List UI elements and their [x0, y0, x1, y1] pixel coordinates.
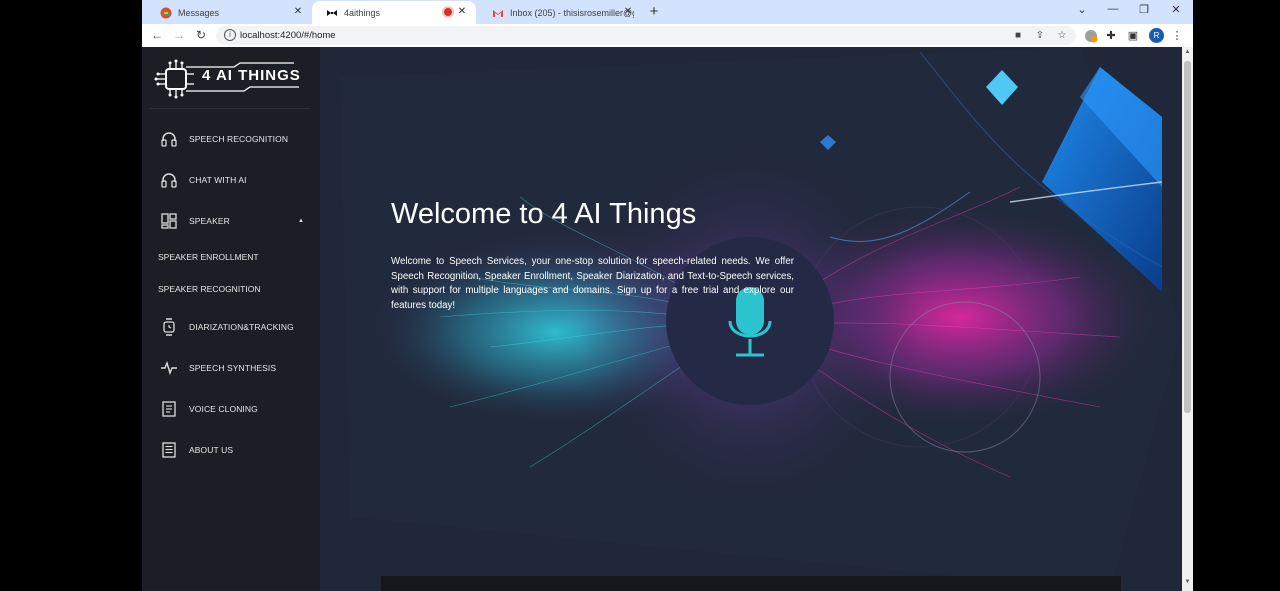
page-scrollbar[interactable]: ▲ ▼	[1182, 47, 1193, 591]
url-text[interactable]: localhost:4200/#/home	[240, 30, 336, 41]
sidebar-item-speech-recognition[interactable]: SPEECH RECOGNITION	[142, 125, 320, 153]
minimize-icon[interactable]: —	[1105, 3, 1121, 15]
sidebar-item-label: SPEAKER	[189, 216, 230, 226]
camera-icon[interactable]: ■	[1012, 30, 1024, 42]
tab-title: Messages	[178, 7, 220, 18]
recording-icon	[444, 8, 452, 16]
close-icon[interactable]: ✕	[292, 6, 304, 18]
site-info-icon[interactable]: i	[224, 29, 236, 41]
sidebar-item-chat-with-ai[interactable]: CHAT WITH AI	[142, 166, 320, 194]
gmail-icon	[492, 7, 504, 19]
browser-toolbar: ← → ↻ i localhost:4200/#/home ■ ⇪ ☆ ✚ ▣ …	[142, 24, 1193, 47]
sidebar: 4 AI THINGS SPEECH RECOGNITION CHAT WITH…	[142, 47, 320, 591]
bookmark-star-icon[interactable]: ☆	[1056, 30, 1068, 42]
messages-icon	[160, 7, 172, 19]
puzzle-icon[interactable]: ✚	[1104, 29, 1118, 43]
sidebar-subitem-speaker-enrollment[interactable]: SPEAKER ENROLLMENT	[158, 252, 259, 262]
headphones-icon	[160, 171, 178, 189]
forward-icon[interactable]: →	[172, 28, 186, 42]
window-close-icon[interactable]: ✕	[1168, 3, 1184, 16]
sidebar-item-speaker[interactable]: SPEAKER ▲	[142, 207, 320, 235]
divider	[150, 108, 310, 109]
tab-messages[interactable]: Messages ✕	[146, 1, 312, 24]
tab-strip: Messages ✕ 4aithings ✕ Inbox (205) - thi…	[142, 0, 1193, 24]
logo[interactable]: 4 AI THINGS	[154, 59, 304, 101]
tab-search-icon[interactable]: ⌄	[1074, 3, 1090, 16]
sidebar-item-label: CHAT WITH AI	[189, 175, 247, 185]
tab-gmail[interactable]: Inbox (205) - thisisrosemiller@g ✕	[478, 1, 642, 24]
menu-kebab-icon[interactable]: ⋮	[1170, 29, 1184, 43]
sidebar-item-label: DIARIZATION&TRACKING	[189, 322, 294, 332]
bottom-panel	[381, 576, 1121, 591]
sidebar-item-label: SPEECH RECOGNITION	[189, 134, 289, 144]
tab-4aithings[interactable]: 4aithings ✕	[312, 1, 476, 24]
sidebar-item-about-us[interactable]: ABOUT US	[142, 436, 320, 464]
tab-title: Inbox (205) - thisisrosemiller@g	[510, 7, 634, 18]
reload-icon[interactable]: ↻	[194, 28, 208, 42]
document-icon	[160, 400, 178, 418]
watch-icon	[160, 318, 178, 336]
page-title: Welcome to 4 AI Things	[391, 198, 697, 230]
address-bar[interactable]: i localhost:4200/#/home ■ ⇪ ☆	[216, 26, 1076, 45]
tab-title: 4aithings	[344, 7, 381, 18]
headphones-icon	[160, 130, 178, 148]
sidebar-item-speech-synthesis[interactable]: SPEECH SYNTHESIS	[142, 354, 320, 382]
waveform-icon	[160, 359, 178, 377]
hero-description: Welcome to Speech Services, your one-sto…	[391, 256, 794, 311]
back-icon[interactable]: ←	[150, 28, 164, 42]
sidebar-item-diarization-tracking[interactable]: DIARIZATION&TRACKING	[142, 313, 320, 341]
sidebar-subitem-speaker-recognition[interactable]: SPEAKER RECOGNITION	[158, 284, 261, 294]
scrollbar-thumb[interactable]	[1184, 61, 1191, 413]
list-document-icon	[160, 441, 178, 459]
close-icon[interactable]: ✕	[456, 6, 468, 18]
new-tab-button[interactable]: +	[646, 3, 662, 20]
sidebar-item-label: VOICE CLONING	[189, 404, 258, 414]
maximize-icon[interactable]: ❐	[1136, 3, 1152, 16]
scroll-up-icon[interactable]: ▲	[1182, 49, 1193, 55]
bowtie-icon	[326, 7, 338, 19]
logo-text: 4 AI THINGS	[202, 67, 301, 84]
sidebar-item-label: ABOUT US	[189, 445, 234, 455]
caret-up-icon[interactable]: ▲	[298, 218, 304, 224]
page-viewport: Welcome to 4 AI Things Welcome to Speech…	[142, 47, 1182, 591]
scroll-down-icon[interactable]: ▼	[1182, 579, 1193, 585]
hero-section: Welcome to 4 AI Things Welcome to Speech…	[320, 47, 1182, 591]
close-icon[interactable]: ✕	[622, 6, 634, 18]
avatar[interactable]: R	[1149, 28, 1164, 43]
browser-window: Messages ✕ 4aithings ✕ Inbox (205) - thi…	[142, 0, 1193, 591]
dashboard-icon	[160, 212, 178, 230]
sidebar-item-label: SPEECH SYNTHESIS	[189, 363, 277, 373]
share-icon[interactable]: ⇪	[1034, 30, 1046, 42]
side-panel-icon[interactable]: ▣	[1126, 29, 1140, 43]
sidebar-item-voice-cloning[interactable]: VOICE CLONING	[142, 395, 320, 423]
extension-icon[interactable]	[1084, 29, 1098, 43]
